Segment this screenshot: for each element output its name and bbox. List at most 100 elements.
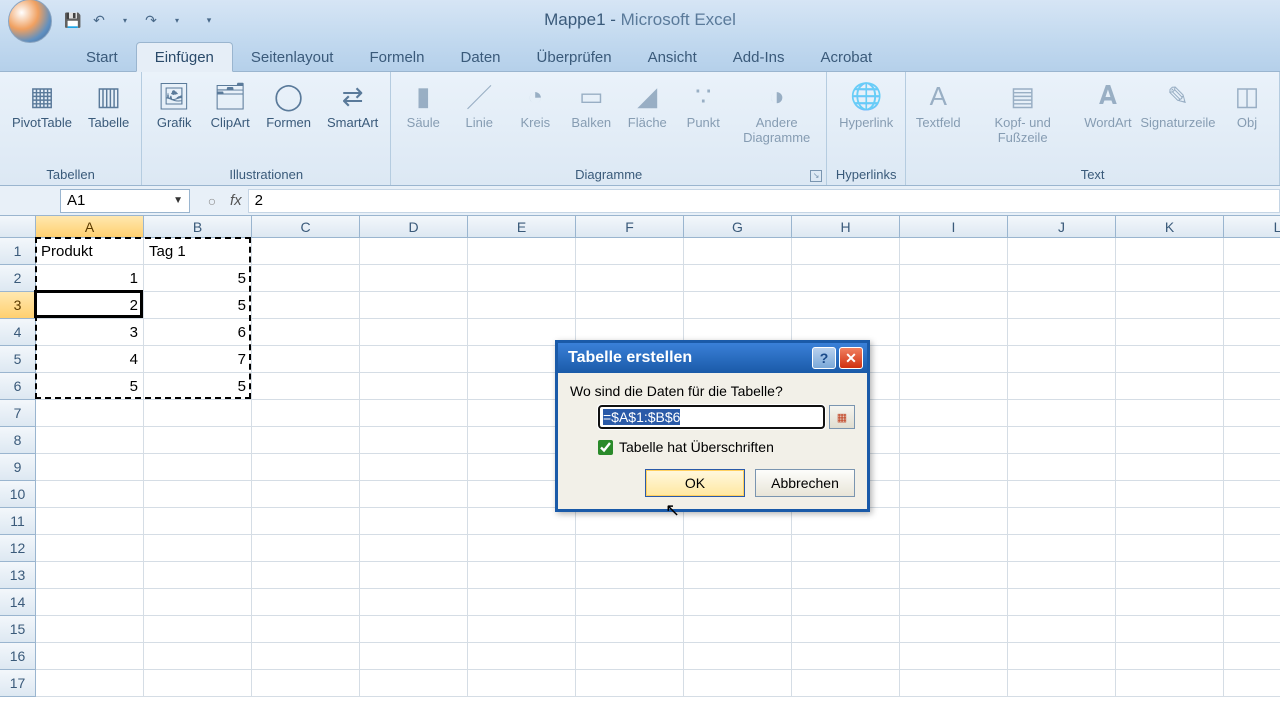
cell-D10[interactable] — [360, 481, 468, 508]
cell-J5[interactable] — [1008, 346, 1116, 373]
cell-H13[interactable] — [792, 562, 900, 589]
col-header-H[interactable]: H — [792, 216, 900, 238]
fx-label[interactable]: fx — [230, 192, 242, 209]
tabelle-button[interactable]: ▥Tabelle — [82, 76, 135, 133]
range-input[interactable] — [598, 405, 825, 429]
cell-B1[interactable]: Tag 1 — [144, 238, 252, 265]
cell-L9[interactable] — [1224, 454, 1280, 481]
row-header-10[interactable]: 10 — [0, 481, 36, 508]
cell-A9[interactable] — [36, 454, 144, 481]
col-header-A[interactable]: A — [36, 216, 144, 238]
cell-E14[interactable] — [468, 589, 576, 616]
cell-D14[interactable] — [360, 589, 468, 616]
row-header-17[interactable]: 17 — [0, 670, 36, 697]
cell-B11[interactable] — [144, 508, 252, 535]
cell-L13[interactable] — [1224, 562, 1280, 589]
cell-D6[interactable] — [360, 373, 468, 400]
cell-D17[interactable] — [360, 670, 468, 697]
name-box[interactable]: A1 ▼ — [60, 189, 190, 213]
cell-C14[interactable] — [252, 589, 360, 616]
cell-H16[interactable] — [792, 643, 900, 670]
ok-button[interactable]: OK — [645, 469, 745, 497]
cell-K2[interactable] — [1116, 265, 1224, 292]
cell-B4[interactable]: 6 — [144, 319, 252, 346]
cell-I1[interactable] — [900, 238, 1008, 265]
range-selector-icon[interactable]: ▦ — [829, 405, 855, 429]
cell-J8[interactable] — [1008, 427, 1116, 454]
cell-I2[interactable] — [900, 265, 1008, 292]
cell-A16[interactable] — [36, 643, 144, 670]
cell-B8[interactable] — [144, 427, 252, 454]
cell-A10[interactable] — [36, 481, 144, 508]
cell-F17[interactable] — [576, 670, 684, 697]
cell-A2[interactable]: 1 — [36, 265, 144, 292]
cell-H1[interactable] — [792, 238, 900, 265]
tab-seitenlayout[interactable]: Seitenlayout — [233, 43, 352, 71]
chevron-down-icon[interactable]: ▼ — [173, 195, 183, 206]
tab-formeln[interactable]: Formeln — [351, 43, 442, 71]
cell-C5[interactable] — [252, 346, 360, 373]
cell-I8[interactable] — [900, 427, 1008, 454]
cell-L15[interactable] — [1224, 616, 1280, 643]
cell-A13[interactable] — [36, 562, 144, 589]
cell-E16[interactable] — [468, 643, 576, 670]
cell-I10[interactable] — [900, 481, 1008, 508]
cell-F2[interactable] — [576, 265, 684, 292]
cell-B13[interactable] — [144, 562, 252, 589]
cell-A3[interactable]: 2 — [36, 292, 144, 319]
cell-E13[interactable] — [468, 562, 576, 589]
grafik-button[interactable]: 🖼Grafik — [148, 76, 200, 133]
cell-I3[interactable] — [900, 292, 1008, 319]
cell-F13[interactable] — [576, 562, 684, 589]
row-header-3[interactable]: 3 — [0, 292, 36, 319]
row-header-11[interactable]: 11 — [0, 508, 36, 535]
cell-G16[interactable] — [684, 643, 792, 670]
cell-L2[interactable] — [1224, 265, 1280, 292]
cell-G3[interactable] — [684, 292, 792, 319]
row-header-14[interactable]: 14 — [0, 589, 36, 616]
cell-I5[interactable] — [900, 346, 1008, 373]
cell-D16[interactable] — [360, 643, 468, 670]
cell-K1[interactable] — [1116, 238, 1224, 265]
cell-C6[interactable] — [252, 373, 360, 400]
cell-B7[interactable] — [144, 400, 252, 427]
formula-input[interactable]: 2 — [248, 189, 1280, 213]
cell-J10[interactable] — [1008, 481, 1116, 508]
cell-B10[interactable] — [144, 481, 252, 508]
cell-K10[interactable] — [1116, 481, 1224, 508]
cell-I7[interactable] — [900, 400, 1008, 427]
cell-L11[interactable] — [1224, 508, 1280, 535]
cell-E2[interactable] — [468, 265, 576, 292]
cell-I11[interactable] — [900, 508, 1008, 535]
cell-B17[interactable] — [144, 670, 252, 697]
cell-J9[interactable] — [1008, 454, 1116, 481]
cell-D8[interactable] — [360, 427, 468, 454]
row-header-16[interactable]: 16 — [0, 643, 36, 670]
row-header-8[interactable]: 8 — [0, 427, 36, 454]
cell-F12[interactable] — [576, 535, 684, 562]
cell-H3[interactable] — [792, 292, 900, 319]
cell-K17[interactable] — [1116, 670, 1224, 697]
cell-L12[interactable] — [1224, 535, 1280, 562]
cell-C12[interactable] — [252, 535, 360, 562]
cell-G17[interactable] — [684, 670, 792, 697]
cell-A15[interactable] — [36, 616, 144, 643]
select-all-corner[interactable] — [0, 216, 36, 238]
cell-K6[interactable] — [1116, 373, 1224, 400]
row-header-4[interactable]: 4 — [0, 319, 36, 346]
row-header-7[interactable]: 7 — [0, 400, 36, 427]
cell-L10[interactable] — [1224, 481, 1280, 508]
cell-E11[interactable] — [468, 508, 576, 535]
tab-einfügen[interactable]: Einfügen — [136, 42, 233, 72]
cell-J16[interactable] — [1008, 643, 1116, 670]
cell-K15[interactable] — [1116, 616, 1224, 643]
cell-G11[interactable] — [684, 508, 792, 535]
cell-A7[interactable] — [36, 400, 144, 427]
row-header-1[interactable]: 1 — [0, 238, 36, 265]
smartart-button[interactable]: ⇄SmartArt — [321, 76, 384, 133]
cell-I9[interactable] — [900, 454, 1008, 481]
formen-button[interactable]: ◯Formen — [260, 76, 317, 133]
cell-C4[interactable] — [252, 319, 360, 346]
row-header-9[interactable]: 9 — [0, 454, 36, 481]
cell-C2[interactable] — [252, 265, 360, 292]
